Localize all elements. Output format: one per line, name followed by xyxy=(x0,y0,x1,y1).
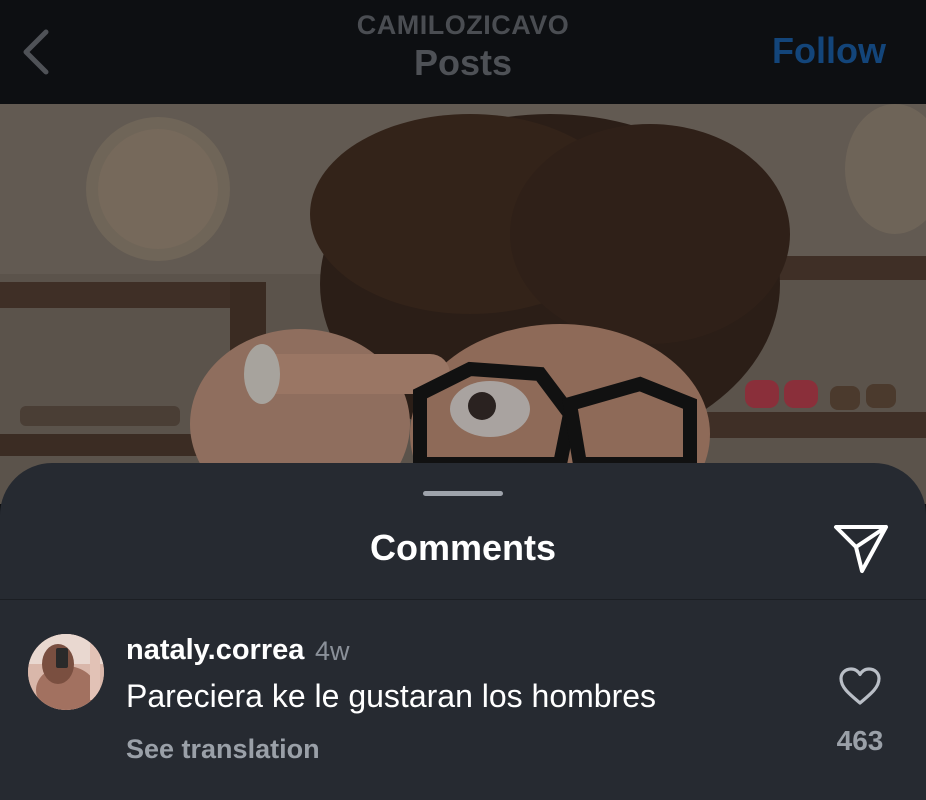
comment-item: nataly.correa 4w Pareciera ke le gustara… xyxy=(0,600,926,800)
like-count: 463 xyxy=(836,725,884,756)
comment-text: Pareciera ke le gustaran los hombres xyxy=(126,678,657,714)
follow-button[interactable]: Follow xyxy=(772,30,886,72)
heart-icon xyxy=(839,667,881,705)
sheet-grabber[interactable] xyxy=(423,491,503,496)
comments-title: Comments xyxy=(369,527,557,568)
avatar-image xyxy=(28,634,104,710)
top-header: CAMILOZICAVO Posts Follow xyxy=(0,0,926,104)
like-button[interactable] xyxy=(838,666,882,706)
avatar[interactable] xyxy=(28,634,104,710)
comments-sheet: Comments nataly.correa 4w Pareciera ke l… xyxy=(0,463,926,800)
comment-username[interactable]: nataly.correa xyxy=(126,634,304,667)
see-translation-button[interactable]: See translation xyxy=(126,734,320,765)
post-photo[interactable] xyxy=(0,104,926,504)
comment-time: 4w xyxy=(315,636,350,666)
share-button[interactable] xyxy=(832,521,890,575)
post-image xyxy=(0,104,926,504)
paper-plane-icon xyxy=(834,525,888,573)
